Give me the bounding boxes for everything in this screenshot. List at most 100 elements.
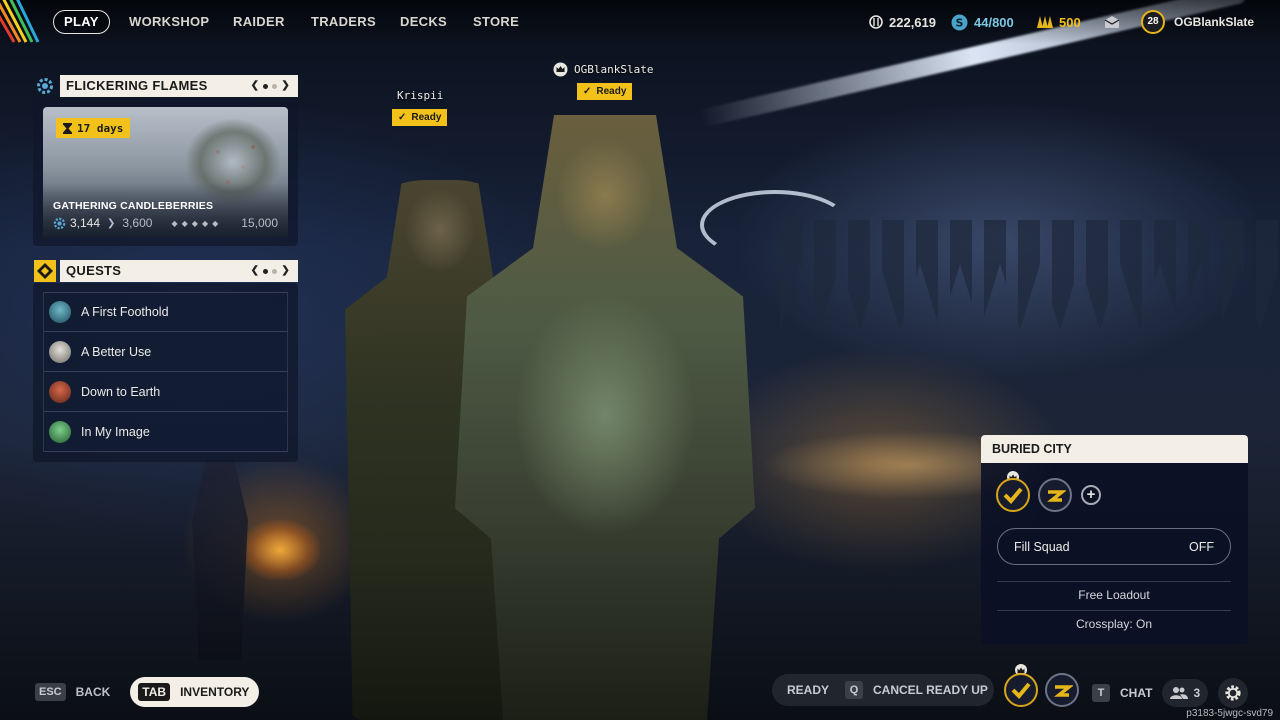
player-emblem-icon [1003,487,1023,504]
event-panel-header: FLICKERING FLAMES ❮ ❯ [33,75,298,97]
bottom-right-actions: T CHAT 3 [1092,678,1249,708]
event-objective-name: GATHERING CANDLEBERRIES [53,200,214,212]
coins-value: 222,619 [889,14,936,30]
nav-tab-decks[interactable]: DECKS [400,10,447,34]
back-button[interactable]: ESC BACK [35,683,110,701]
credits-value: 500 [1059,14,1081,30]
pager-dot [263,268,269,274]
check-icon: ✓ [583,86,592,97]
pager-dot [263,83,269,89]
crossplay-option[interactable]: Crossplay: On [997,610,1231,639]
progress-dots-icon: ◆◆◆◆◆ [171,218,223,228]
people-icon [1170,687,1189,699]
hourglass-icon [63,122,72,134]
ready-tag-label: Ready [596,86,627,97]
event-progress-gear-icon [53,217,66,229]
settings-button[interactable] [1218,678,1249,708]
event-progress: 3,144 ❯ 3,600 ◆◆◆◆◆ 15,000 [53,216,278,230]
raider-character-ogblankslate [455,115,755,720]
ready-tag-ogblankslate: ✓ Ready [577,83,633,100]
event-prev-arrow-icon[interactable]: ❮ [251,75,260,97]
mail-button[interactable] [1104,12,1120,32]
bottom-squad-slot-member[interactable] [1045,673,1079,707]
build-version-label: p3183-5jwgc-svd79 [1186,708,1273,719]
event-progress-next: 3,600 [122,216,153,230]
chevron-right-icon: ❯ [107,217,116,229]
bottom-squad-slot-leader[interactable] [1004,673,1038,707]
quest-list: A First Foothold A Better Use Down to Ea… [43,292,288,452]
party-size-button[interactable]: 3 [1162,679,1209,707]
profile-button[interactable]: 28 OGBlankSlate [1141,9,1254,35]
quests-pager: ❮ ❯ [251,260,290,282]
quests-title: QUESTS [66,263,122,278]
ready-tag-label: Ready [411,112,442,123]
event-progress-current: 3,144 [70,216,101,230]
quest-item-in-my-image[interactable]: In My Image [43,412,288,452]
quest-label: A First Foothold [81,305,169,319]
inventory-label: INVENTORY [180,685,250,699]
t-keycap: T [1092,684,1110,702]
player-emblem-icon [1047,490,1066,502]
token-icon: S [951,14,968,30]
fire-barrel-glow [240,520,320,580]
back-label: BACK [75,685,111,699]
party-size-value: 3 [1193,686,1201,700]
pager-dot [272,268,278,274]
event-days-left: 17 days [77,121,124,135]
event-gear-icon [33,75,57,97]
quest-avatar-icon [49,301,71,323]
nav-tab-store[interactable]: STORE [473,10,519,34]
event-next-arrow-icon[interactable]: ❯ [281,75,290,97]
fill-squad-toggle[interactable]: Fill Squad OFF [997,528,1231,565]
quests-next-arrow-icon[interactable]: ❯ [281,260,290,282]
player-emblem-icon [1054,685,1073,697]
esc-keycap: ESC [35,683,66,701]
quests-diamond-icon [33,260,57,282]
nav-tab-traders[interactable]: TRADERS [311,10,376,34]
credits-icon [1037,16,1053,28]
quests-prev-arrow-icon[interactable]: ❮ [251,260,260,282]
nav-tab-play[interactable]: PLAY [53,10,110,34]
quests-panel-header: QUESTS ❮ ❯ [33,260,298,282]
add-squad-member-button[interactable]: + [1081,485,1101,505]
coin-icon [869,15,883,29]
quest-avatar-icon [49,340,71,363]
chat-button[interactable]: T CHAT [1092,684,1152,702]
squad-map-title: BURIED CITY [981,435,1248,463]
event-progress-max: 15,000 [241,216,278,230]
squad-slot-leader[interactable] [996,478,1030,512]
top-navigation-bar: PLAY WORKSHOP RAIDER TRADERS DECKS STORE… [0,0,1280,44]
ready-tag-krispii: ✓ Ready [392,109,448,126]
svg-text:S: S [956,16,964,29]
background-figure [192,460,248,660]
loadout-option[interactable]: Free Loadout [997,581,1231,610]
nav-tab-workshop[interactable]: WORKSHOP [129,10,209,34]
ready-status-bar: READY Q CANCEL READY UP [772,674,994,706]
event-card[interactable]: 17 days GATHERING CANDLEBERRIES 3,144 ❯ … [43,107,288,238]
tokens-counter: S 44/800 [951,12,1014,32]
player-emblem-icon [1011,682,1031,699]
nav-tab-raider[interactable]: RAIDER [233,10,285,34]
player-name-krispii: Krispii [397,89,444,102]
ready-label: READY [787,683,830,697]
pager-dot [272,83,278,89]
mail-icon [1104,16,1120,28]
quest-item-a-first-foothold[interactable]: A First Foothold [43,292,288,332]
cancel-ready-button[interactable]: CANCEL READY UP [873,683,988,697]
event-days-badge: 17 days [56,118,131,138]
gear-icon [1225,685,1241,701]
tab-keycap: TAB [138,683,171,701]
event-title: FLICKERING FLAMES [66,78,208,93]
player-level-badge: 28 [1141,10,1165,34]
bottom-left-actions: ESC BACK TAB INVENTORY [35,677,260,707]
quest-item-down-to-earth[interactable]: Down to Earth [43,372,288,412]
fill-squad-value: OFF [1189,539,1214,554]
squad-slot-member[interactable] [1038,478,1072,512]
q-keycap: Q [845,681,864,699]
ceiling-light-ring [700,190,850,260]
tokens-value: 44/800 [974,14,1014,30]
quest-item-a-better-use[interactable]: A Better Use [43,332,288,372]
inventory-button[interactable]: TAB INVENTORY [130,677,260,707]
quest-label: In My Image [81,424,150,439]
profile-username: OGBlankSlate [1174,15,1255,29]
